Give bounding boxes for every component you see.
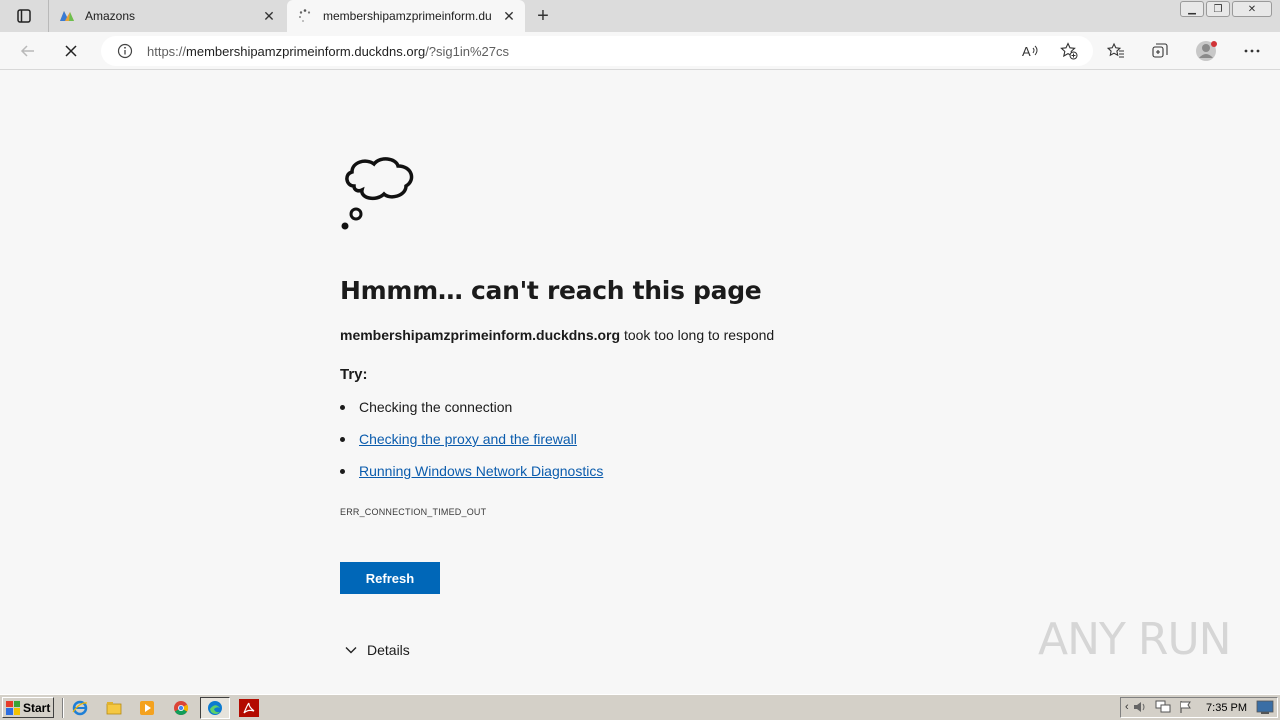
edge-icon[interactable] <box>200 697 230 719</box>
window-controls: ▁ ❐ ✕ <box>1180 1 1272 17</box>
back-button[interactable] <box>16 39 40 63</box>
suggestion-item: Running Windows Network Diagnostics <box>340 463 603 479</box>
minimize-icon: ▁ <box>1188 3 1196 15</box>
chevron-down-icon <box>344 643 358 657</box>
error-description: took too long to respond <box>620 327 775 343</box>
action-center-flag-icon[interactable] <box>1179 700 1193 719</box>
address-bar[interactable]: https://membershipamzprimeinform.duckdns… <box>101 36 1093 66</box>
start-button[interactable]: Start <box>2 697 54 718</box>
system-tray: ‹ 7:35 PM <box>1120 697 1278 718</box>
favorites-button[interactable] <box>1104 39 1128 63</box>
error-host: membershipamzprimeinform.duckdns.org <box>340 327 621 343</box>
windows-logo-icon <box>6 700 20 715</box>
file-explorer-icon[interactable] <box>104 698 124 718</box>
tab-actions-button[interactable] <box>8 6 40 26</box>
stop-x-icon <box>65 45 77 57</box>
favorites-icon <box>1107 42 1124 58</box>
details-label: Details <box>367 642 410 658</box>
browser-toolbar: https://membershipamzprimeinform.duckdns… <box>0 32 1280 70</box>
page-title: Hmmm… can't reach this page <box>340 276 762 305</box>
new-tab-button[interactable]: + <box>533 4 553 27</box>
more-dots-icon <box>1244 49 1260 53</box>
tab-title: membershipamzprimeinform.du <box>323 9 492 23</box>
suggestion-item: Checking the connection <box>340 399 512 415</box>
tab-amazons[interactable]: Amazons ✕ <box>48 0 285 32</box>
show-desktop-icon[interactable] <box>1256 700 1274 720</box>
restore-icon: ❐ <box>1213 3 1223 15</box>
network-icon[interactable] <box>1155 700 1171 719</box>
plus-icon: + <box>537 4 549 27</box>
svg-text:A: A <box>1022 44 1031 59</box>
network-diagnostics-link[interactable]: Running Windows Network Diagnostics <box>359 463 603 479</box>
taskbar: Start ‹ 7:35 PM <box>0 694 1280 720</box>
watermark-text: ANY RUN <box>1038 613 1232 665</box>
stop-button[interactable] <box>59 39 83 63</box>
tab-actions-icon <box>17 9 31 23</box>
bullet-icon <box>340 468 345 474</box>
try-label: Try: <box>340 366 368 383</box>
collections-button[interactable] <box>1148 39 1172 63</box>
refresh-button[interactable]: Refresh <box>340 562 440 594</box>
read-aloud-icon[interactable]: A <box>1021 41 1041 61</box>
url-prefix: https:// <box>147 43 187 59</box>
amazons-favicon <box>59 8 75 24</box>
collections-icon <box>1152 43 1168 58</box>
volume-icon[interactable] <box>1133 700 1147 719</box>
add-favorite-icon[interactable] <box>1059 41 1079 61</box>
bullet-icon <box>340 436 345 442</box>
close-icon: ✕ <box>1247 3 1257 15</box>
url-path: /?sig1in%27cs <box>425 43 510 59</box>
tab-close-icon[interactable]: ✕ <box>501 8 517 24</box>
bullet-icon <box>340 404 345 410</box>
suggestion-item: Checking the proxy and the firewall <box>340 431 577 447</box>
profile-button[interactable] <box>1194 39 1218 63</box>
tab-membership[interactable]: membershipamzprimeinform.du ✕ <box>287 0 525 32</box>
close-window-button[interactable]: ✕ <box>1232 1 1272 17</box>
url-host: membershipamzprimeinform.duckdns.org <box>186 43 426 59</box>
loading-spinner-icon <box>297 8 313 24</box>
minimize-button[interactable]: ▁ <box>1180 1 1204 17</box>
suggestion-text: Checking the connection <box>359 399 513 415</box>
details-toggle[interactable]: Details <box>344 642 410 658</box>
taskbar-separator <box>62 698 64 718</box>
url-text: https://membershipamzprimeinform.duckdns… <box>147 44 509 59</box>
tray-expand-icon[interactable]: ‹ <box>1125 701 1129 713</box>
restore-button[interactable]: ❐ <box>1206 1 1230 17</box>
acrobat-icon[interactable] <box>239 698 259 718</box>
ie-icon[interactable] <box>70 698 90 718</box>
avatar-icon <box>1196 41 1217 61</box>
site-info-icon[interactable] <box>117 43 133 59</box>
error-message: membershipamzprimeinform.duckdns.org too… <box>340 327 774 343</box>
thought-cloud-icon <box>341 157 414 230</box>
tab-strip: Amazons ✕ membershipamzprimeinform.du ✕ … <box>0 0 1280 32</box>
anyrun-watermark: ANY RUN <box>1038 606 1238 672</box>
tab-title: Amazons <box>85 9 136 23</box>
more-menu-button[interactable] <box>1240 39 1264 63</box>
media-player-icon[interactable] <box>137 698 157 718</box>
error-code: ERR_CONNECTION_TIMED_OUT <box>340 507 487 517</box>
tab-close-icon[interactable]: ✕ <box>261 8 277 24</box>
back-arrow-icon <box>20 45 34 57</box>
proxy-firewall-link[interactable]: Checking the proxy and the firewall <box>359 431 577 447</box>
chrome-icon[interactable] <box>171 698 191 718</box>
clock: 7:35 PM <box>1206 701 1247 714</box>
start-label: Start <box>23 700 51 715</box>
